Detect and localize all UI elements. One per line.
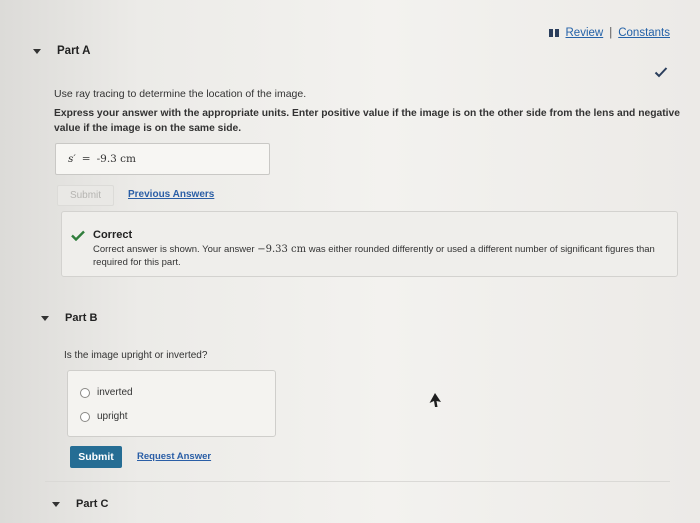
mouse-cursor-icon [429, 393, 441, 407]
answer-equals: = [81, 153, 91, 165]
check-icon [71, 230, 85, 241]
divider [45, 481, 670, 482]
option-label: upright [97, 411, 128, 422]
answer-variable: s′ [68, 153, 76, 165]
part-b-header[interactable]: Part B [41, 312, 97, 324]
page: Review | Constants Part A Use ray tracin… [0, 0, 700, 523]
part-a-submit-button: Submit [57, 185, 114, 206]
part-b-question: Is the image upright or inverted? [64, 350, 208, 361]
constants-link[interactable]: Constants [618, 27, 670, 39]
feedback-message: Correct answer is shown. Your answer −9.… [93, 243, 668, 269]
chevron-down-icon [52, 501, 60, 507]
part-a-label: Part A [57, 45, 91, 57]
review-icon [548, 29, 560, 37]
options-group: inverted upright [67, 370, 276, 437]
radio-button[interactable] [80, 387, 90, 398]
option-upright[interactable]: upright [80, 411, 128, 422]
radio-button[interactable] [80, 411, 90, 422]
chevron-down-icon [33, 48, 41, 54]
link-separator: | [609, 27, 613, 39]
feedback-title: Correct [93, 229, 133, 241]
part-b-submit-button[interactable]: Submit [70, 446, 122, 468]
request-answer-link[interactable]: Request Answer [137, 451, 211, 462]
feedback-correct: Correct Correct answer is shown. Your an… [61, 211, 678, 277]
answer-field[interactable]: s′ = -9.3 cm [55, 143, 270, 175]
previous-answers-link[interactable]: Previous Answers [128, 189, 214, 200]
chevron-down-icon [41, 315, 49, 321]
feedback-msg-pre: Correct answer is shown. Your answer [93, 244, 258, 255]
part-b-label: Part B [65, 312, 98, 324]
option-inverted[interactable]: inverted [80, 387, 133, 398]
feedback-msg-math: −9.33 cm [257, 244, 307, 255]
part-a-header[interactable]: Part A [33, 45, 90, 57]
part-a-instructions: Express your answer with the appropriate… [54, 108, 680, 134]
checkmark-icon [654, 67, 668, 78]
review-link[interactable]: Review [566, 27, 604, 39]
part-c-header[interactable]: Part C [52, 498, 108, 510]
top-links: Review | Constants [548, 27, 670, 39]
part-a-question: Use ray tracing to determine the locatio… [54, 88, 307, 100]
option-label: inverted [97, 387, 133, 398]
answer-value: -9.3 cm [96, 153, 137, 165]
part-c-label: Part C [76, 498, 109, 510]
